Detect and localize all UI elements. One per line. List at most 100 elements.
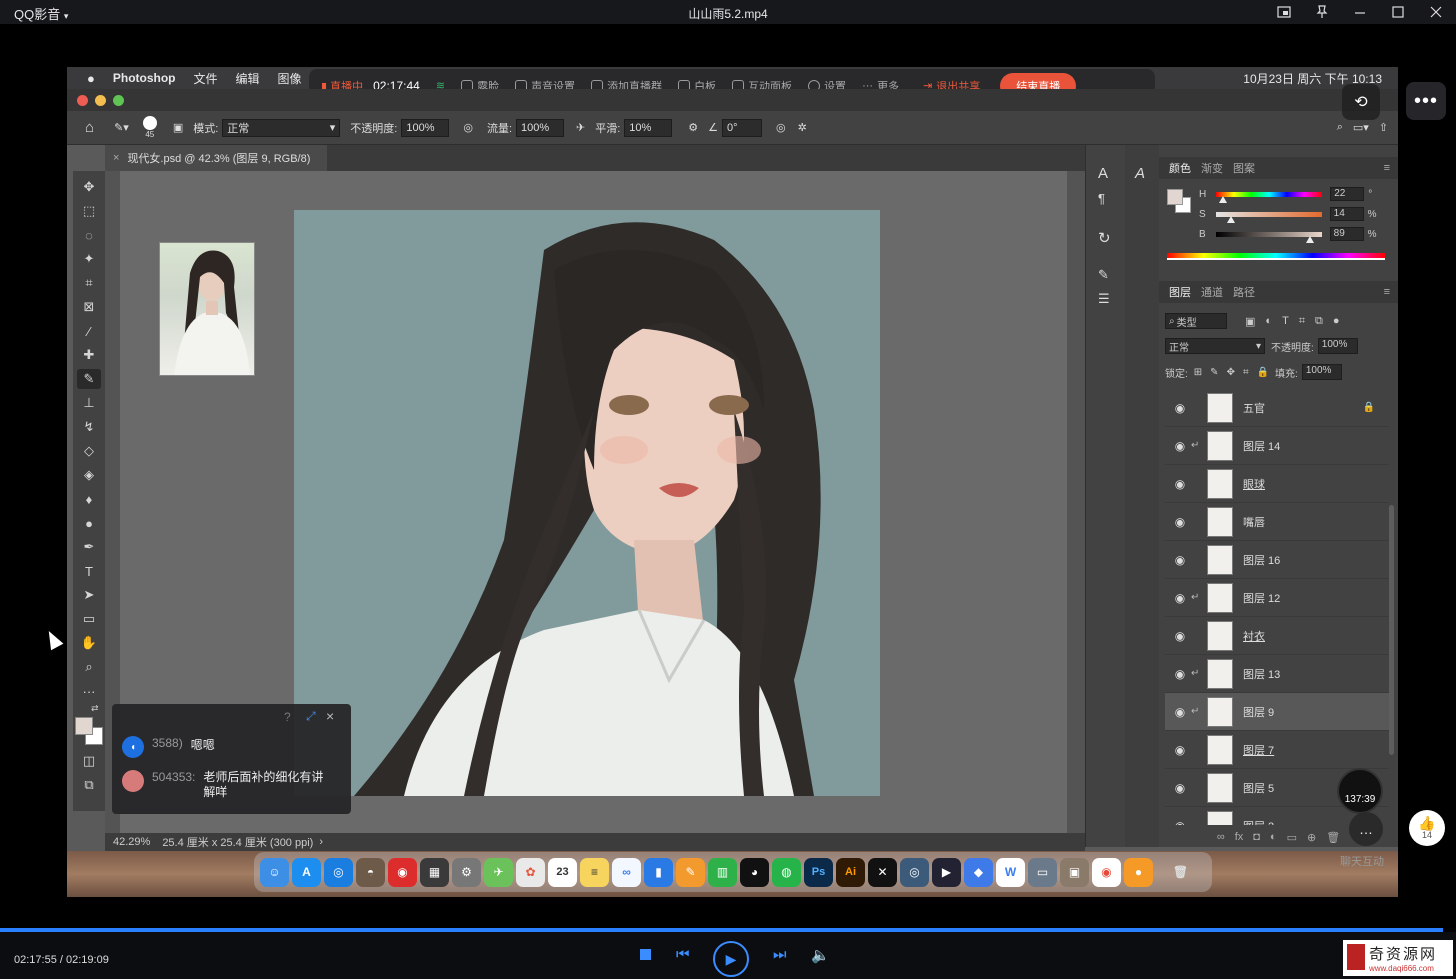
layer-opacity-field[interactable]: 100% xyxy=(1317,338,1358,354)
visibility-eye-icon[interactable]: ◉ xyxy=(1169,743,1191,757)
brightness-slider[interactable] xyxy=(1215,231,1322,243)
lock-transparency-icon[interactable]: ⊞ xyxy=(1194,367,1202,378)
link-layers-icon[interactable]: ∞ xyxy=(1217,831,1225,843)
close-icon[interactable] xyxy=(1424,2,1448,22)
eyedropper-tool-icon[interactable]: ⁄ xyxy=(77,321,101,341)
layer-list-scrollbar[interactable] xyxy=(1389,505,1394,755)
lock-paint-icon[interactable]: ✎ xyxy=(1210,367,1218,378)
pen-tool-icon[interactable]: ✒ xyxy=(77,537,101,557)
visibility-eye-icon[interactable]: ◉ xyxy=(1169,781,1191,795)
feishu-icon[interactable]: ◆ xyxy=(964,857,993,887)
visibility-eye-icon[interactable]: ◉ xyxy=(1169,439,1191,453)
rectangle-tool-icon[interactable]: ▭ xyxy=(77,609,101,629)
wechat-icon[interactable]: ◍ xyxy=(772,857,801,887)
layer-row[interactable]: ◉ 眼球 xyxy=(1165,465,1389,503)
visibility-eye-icon[interactable]: ◉ xyxy=(1169,477,1191,491)
visibility-eye-icon[interactable]: ◉ xyxy=(1169,401,1191,415)
layer-thumbnail[interactable] xyxy=(1207,620,1233,651)
frame-tool-icon[interactable]: ⊠ xyxy=(77,297,101,317)
help-icon[interactable]: ? xyxy=(284,710,291,724)
layer-thumbnail[interactable] xyxy=(1207,544,1233,575)
color-ramp[interactable] xyxy=(1167,253,1385,260)
glyphs-icon[interactable]: A xyxy=(1135,165,1145,182)
zoom-dot-icon[interactable] xyxy=(113,95,124,106)
brush-tool-icon[interactable]: ✎▾ xyxy=(114,121,129,134)
maximize-icon[interactable] xyxy=(1386,2,1410,22)
close-dot-icon[interactable] xyxy=(77,95,88,106)
tab-paths[interactable]: 路径 xyxy=(1233,284,1255,300)
quicktime-icon[interactable]: ◎ xyxy=(900,857,929,887)
rotate-screen-button[interactable]: ⟲ xyxy=(1342,84,1380,120)
panel-menu-icon[interactable]: ≡ xyxy=(1384,162,1390,174)
visibility-eye-icon[interactable]: ◉ xyxy=(1169,553,1191,567)
filter-adjust-icon[interactable]: ◐ xyxy=(1265,315,1272,327)
crop-tool-icon[interactable]: ⌗ xyxy=(77,273,101,293)
filter-toggle-icon[interactable]: ● xyxy=(1333,315,1340,327)
video-frame[interactable]: ● Photoshop 文件 编辑 图像 10月23日 周六 下午 10:13 … xyxy=(67,67,1398,897)
layer-row[interactable]: ◉ ↵ 图层 14 xyxy=(1165,427,1389,465)
blend-mode-select[interactable]: 正常 ▾ xyxy=(1165,338,1265,354)
photos-icon[interactable]: ✿ xyxy=(516,857,545,887)
layer-row[interactable]: ◉ 衬衣 xyxy=(1165,617,1389,655)
play-button[interactable]: ▶ xyxy=(713,941,749,977)
brightness-thumb[interactable] xyxy=(1306,235,1314,243)
path-selection-tool-icon[interactable]: ➤ xyxy=(77,585,101,605)
paragraph-icon[interactable]: ¶ xyxy=(1098,191,1105,206)
screen-sharing-icon[interactable]: ▭ xyxy=(1028,857,1057,887)
lock-move-icon[interactable]: ✥ xyxy=(1227,367,1235,378)
layer-thumbnail[interactable] xyxy=(1207,772,1233,803)
lasso-tool-icon[interactable]: ◌ xyxy=(77,225,101,245)
mode-select[interactable]: 正常 ▾ xyxy=(222,118,341,137)
brushes-icon[interactable]: ✎ xyxy=(1098,267,1109,283)
tab-gradient[interactable]: 渐变 xyxy=(1201,160,1223,176)
fill-field[interactable]: 100% xyxy=(1301,364,1342,380)
minimize-dot-icon[interactable] xyxy=(95,95,106,106)
character-icon[interactable]: A xyxy=(1098,165,1108,182)
saturation-value[interactable]: 14 xyxy=(1329,207,1364,221)
illustrator-icon[interactable]: Ai xyxy=(836,857,865,887)
volume-button[interactable]: 🔈 xyxy=(811,946,830,964)
layer-row[interactable]: ◉ ↵ 图层 13 xyxy=(1165,655,1389,693)
hue-value[interactable]: 22 xyxy=(1330,187,1365,201)
pages-icon[interactable]: ✎ xyxy=(676,857,705,887)
screen-mode-icon[interactable]: ⧉ xyxy=(77,775,101,795)
netease-music-icon[interactable]: ◉ xyxy=(388,857,417,887)
settings-gear-icon[interactable]: ⚙ xyxy=(688,121,698,134)
symmetry-icon[interactable]: ✲ xyxy=(798,121,807,134)
tab-pattern[interactable]: 图案 xyxy=(1233,160,1255,176)
system-prefs-icon[interactable]: ⚙ xyxy=(452,857,481,887)
visibility-eye-icon[interactable]: ◉ xyxy=(1169,667,1191,681)
wps-icon[interactable]: W xyxy=(996,857,1025,887)
eraser-tool-icon[interactable]: ◇ xyxy=(77,441,101,461)
history-icon[interactable]: ↻ xyxy=(1098,229,1111,247)
tab-layers[interactable]: 图层 xyxy=(1169,284,1191,300)
adjustment-layer-icon[interactable]: ◐ xyxy=(1270,831,1277,843)
photoshop-icon[interactable]: Ps xyxy=(804,857,833,887)
angle-field[interactable]: 0° xyxy=(722,118,763,137)
new-layer-icon[interactable]: ⊕ xyxy=(1307,831,1316,844)
stamp-tool-icon[interactable]: ⊥ xyxy=(77,393,101,413)
next-button[interactable]: ⏭ xyxy=(773,946,787,963)
type-tool-icon[interactable]: T xyxy=(77,561,101,581)
tab-channels[interactable]: 通道 xyxy=(1201,284,1223,300)
opacity-field[interactable]: 100% xyxy=(401,118,450,137)
layer-thumbnail[interactable] xyxy=(1207,468,1233,499)
more-options-button[interactable]: ••• xyxy=(1406,82,1446,120)
new-group-icon[interactable]: ▭ xyxy=(1287,831,1297,844)
visibility-eye-icon[interactable]: ◉ xyxy=(1169,819,1191,826)
video-app-icon[interactable]: ▶ xyxy=(932,857,961,887)
chevron-right-icon[interactable]: › xyxy=(319,836,323,848)
panel-menu-icon[interactable]: ≡ xyxy=(1384,286,1390,298)
trash-icon[interactable]: 🗑 xyxy=(1166,858,1195,887)
smooth-field[interactable]: 10% xyxy=(624,118,673,137)
blur-tool-icon[interactable]: ♦ xyxy=(77,489,101,509)
pip-icon[interactable] xyxy=(1272,2,1296,22)
stop-button[interactable] xyxy=(640,946,651,964)
foreground-color-swatch[interactable] xyxy=(75,717,93,735)
layer-row[interactable]: ◉ ↵ 图层 9 xyxy=(1165,693,1389,731)
close-tab-icon[interactable]: × xyxy=(113,152,119,164)
brush-panel-icon[interactable]: ▣ xyxy=(173,121,183,134)
hand-tool-icon[interactable]: ✋ xyxy=(77,633,101,653)
hue-thumb[interactable] xyxy=(1218,195,1227,203)
layer-row[interactable]: ◉ ↵ 图层 12 xyxy=(1165,579,1389,617)
